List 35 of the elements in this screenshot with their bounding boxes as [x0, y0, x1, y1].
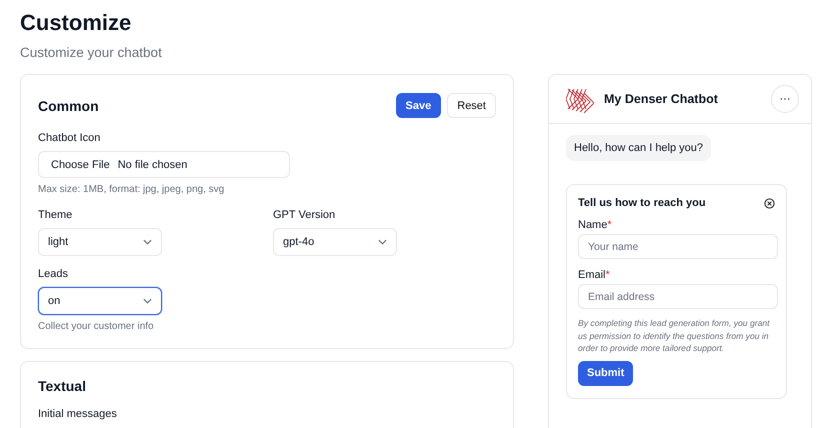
- field-hint: Collect your customer info: [38, 321, 155, 332]
- field-label: Theme: [38, 209, 74, 221]
- file-status: No file chosen: [118, 158, 188, 170]
- field-label: Initial messages: [38, 408, 118, 420]
- file-input[interactable]: Choose File No file chosen: [38, 151, 290, 178]
- required-mark: *: [607, 219, 612, 231]
- choose-file-button[interactable]: Choose File: [51, 158, 110, 170]
- chatbot-name: My Denser Chatbot: [604, 92, 719, 106]
- page-title: Customize: [20, 10, 132, 36]
- more-options-button[interactable]: ···: [771, 85, 799, 113]
- submit-button[interactable]: Submit: [578, 360, 634, 386]
- input-field[interactable]: Email address: [578, 284, 778, 309]
- form-title: Tell us how to reach you: [578, 197, 706, 209]
- page-subtitle: Customize your chatbot: [20, 45, 163, 60]
- field-hint: Max size: 1MB, format: jpg, jpeg, png, svg: [38, 184, 226, 195]
- reset-button[interactable]: Reset: [447, 93, 496, 118]
- field-label: Chatbot Icon: [38, 132, 102, 144]
- input-field[interactable]: Your name: [578, 234, 778, 259]
- section-title: Textual: [38, 378, 87, 394]
- section-title: Common: [38, 98, 99, 114]
- select-dropdown[interactable]: on: [38, 287, 162, 315]
- close-icon[interactable]: [764, 198, 775, 208]
- select-dropdown[interactable]: light: [38, 228, 162, 256]
- chat-message: Hello, how can I help you?: [566, 135, 712, 161]
- save-button[interactable]: Save: [396, 93, 442, 118]
- field-label: Leads: [38, 268, 69, 280]
- chevron-down-icon: [143, 298, 152, 304]
- consent-note: By completing this lead generation form, you grant us permission to identify the questions from you in order to provide more tailored support.: [578, 317, 771, 355]
- field-label: GPT Version: [273, 209, 336, 221]
- chevron-down-icon: [143, 239, 152, 245]
- field-label: Email: [578, 269, 606, 281]
- field-label: Name: [578, 219, 608, 231]
- chevron-down-icon: [378, 239, 387, 245]
- select-dropdown[interactable]: gpt-4o: [273, 228, 397, 256]
- required-mark: *: [606, 269, 610, 281]
